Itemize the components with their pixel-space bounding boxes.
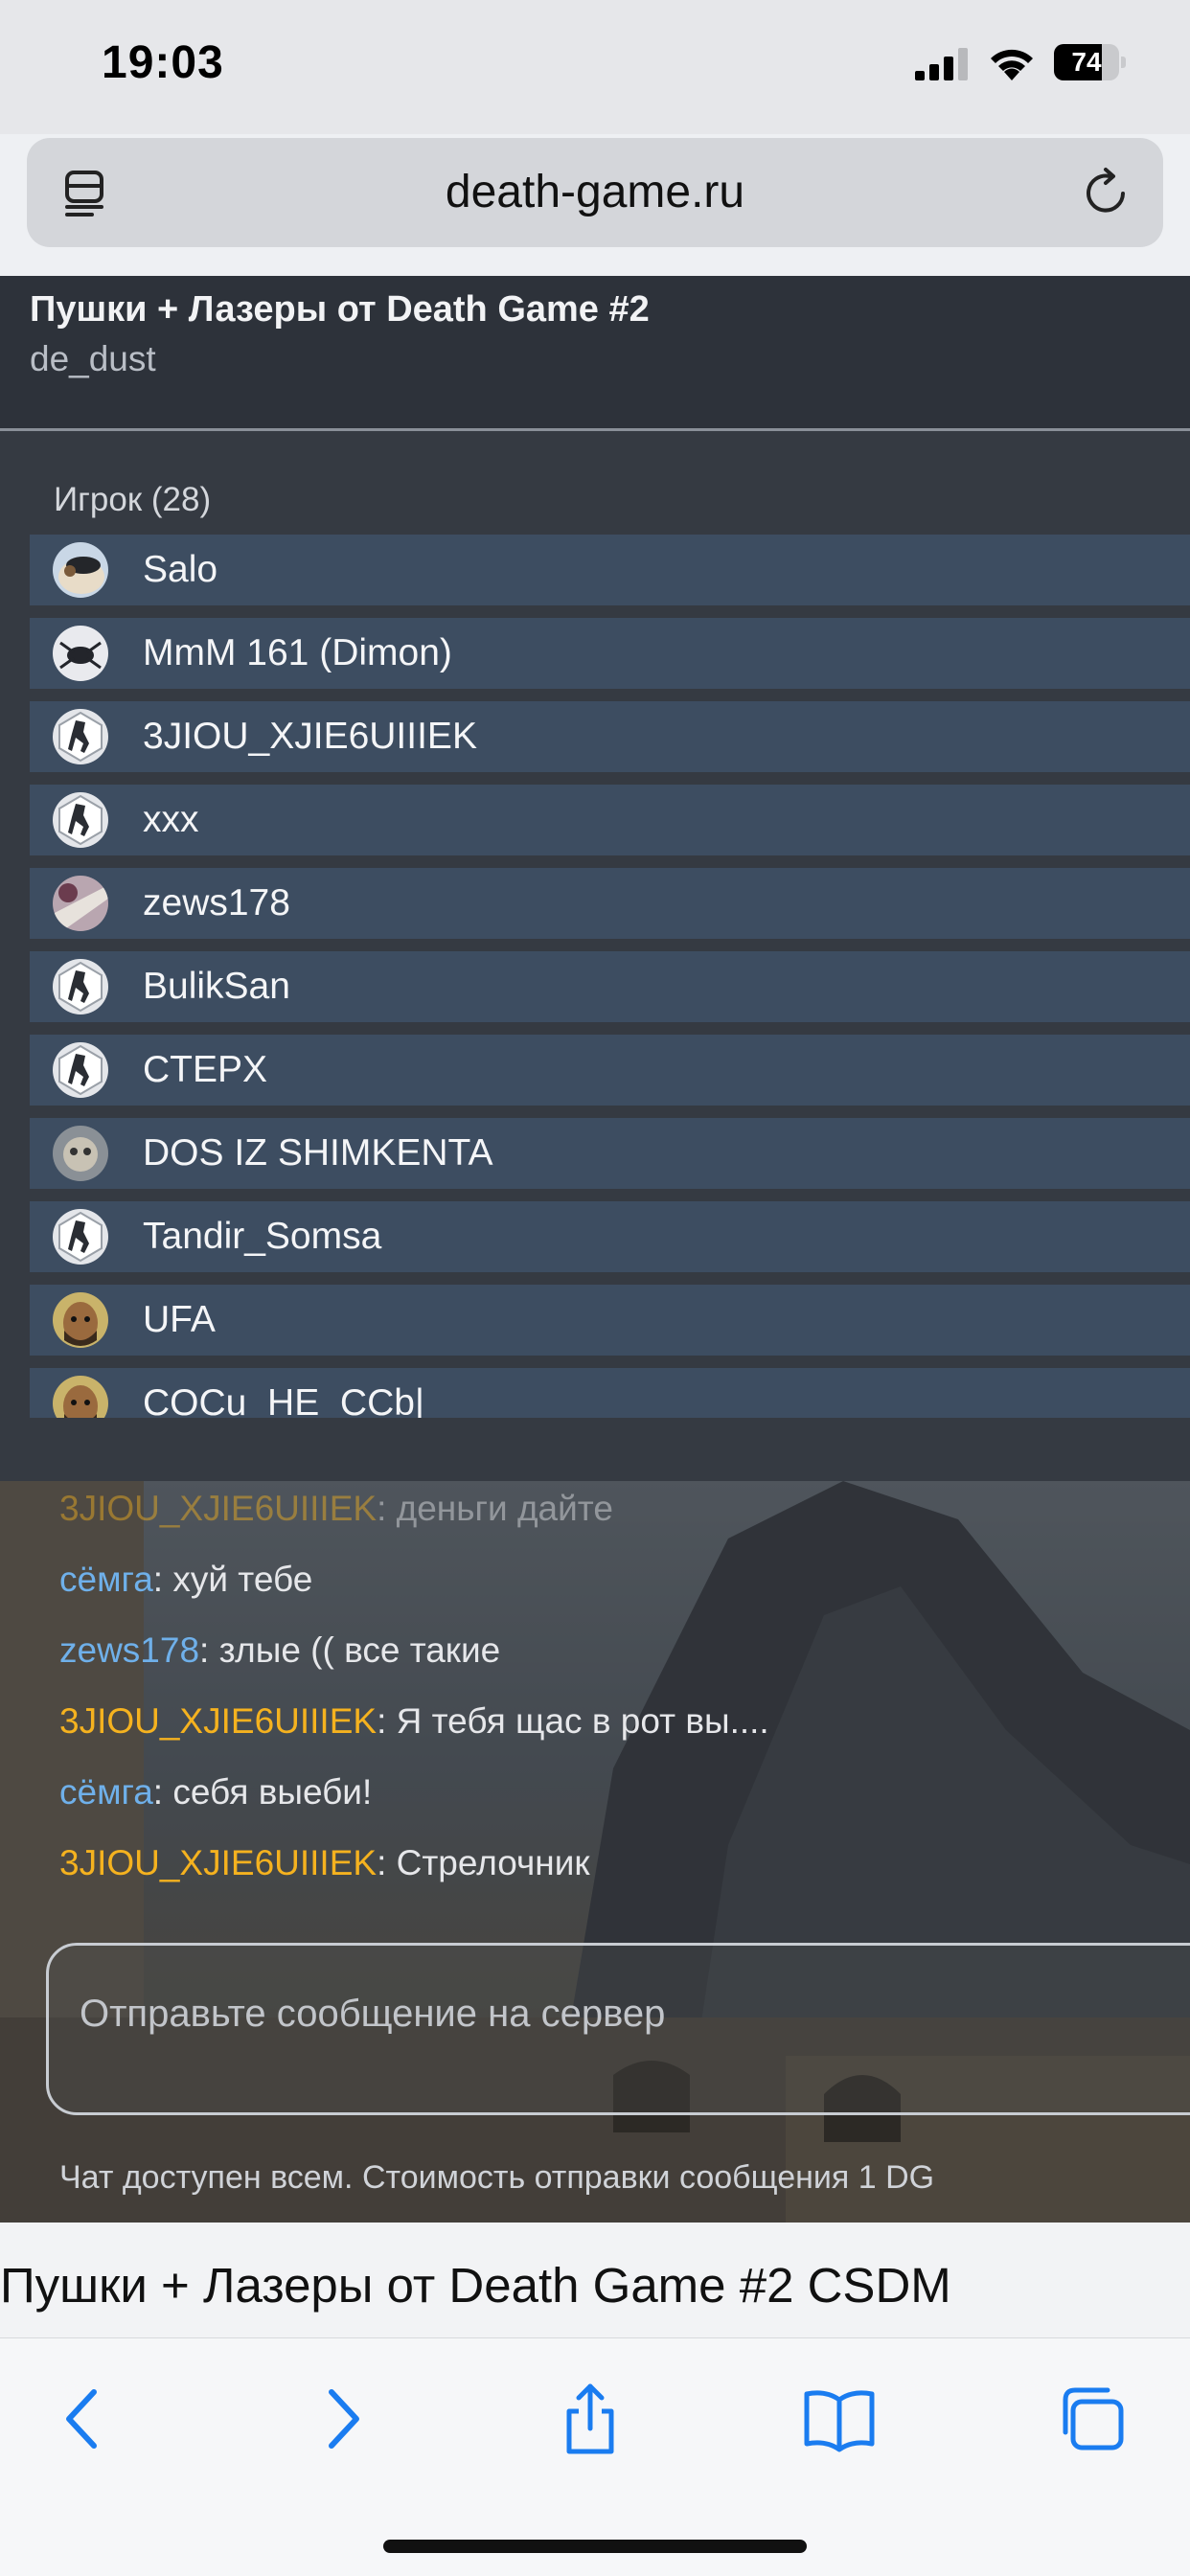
chat-author[interactable]: 3JIOU_XJIE6UIIIEK — [59, 1843, 377, 1882]
forward-icon[interactable] — [303, 2381, 379, 2457]
share-icon[interactable] — [552, 2381, 629, 2457]
player-name: BulikSan — [143, 966, 290, 1007]
player-avatar — [53, 542, 108, 598]
chat-message: zews178: злые (( все такие — [59, 1630, 500, 1671]
chat-text: : Я тебя щас в рот вы.... — [377, 1701, 769, 1741]
player-row[interactable]: DOS IZ SHIMKENTA — [30, 1118, 1190, 1189]
reload-icon[interactable] — [1081, 165, 1133, 220]
player-row[interactable]: CTEPX — [30, 1035, 1190, 1106]
player-name: xxx — [143, 799, 199, 840]
battery-icon: 74 — [1054, 44, 1127, 80]
chat-area: 3JIOU_XJIE6UIIIEK: деньги дайте сёмга: х… — [0, 1481, 1190, 2223]
cs-logo-icon — [53, 1209, 108, 1265]
players-heading: Игрок (28) — [54, 481, 212, 518]
cs-logo-icon — [53, 1042, 108, 1098]
tabs-icon[interactable] — [1054, 2381, 1131, 2457]
chat-input-box[interactable] — [46, 1943, 1190, 2115]
cs-logo-icon — [53, 959, 108, 1014]
chat-message: 3JIOU_XJIE6UIIIEK: Стрелочник — [59, 1843, 590, 1883]
player-avatar — [53, 626, 108, 681]
page-section: Пушки + Лазеры от Death Game #2 CSDM — [0, 2223, 1190, 2337]
chat-message: 3JIOU_XJIE6UIIIEK: Я тебя щас в рот вы..… — [59, 1701, 769, 1742]
player-name: zews178 — [143, 882, 290, 923]
player-list-continued[interactable]: zews178 BulikSan CTEPX DOS IZ SHIMKENTA … — [30, 868, 1190, 1491]
chat-text: : Стрелочник — [377, 1843, 590, 1882]
player-avatar — [53, 1292, 108, 1348]
player-row[interactable]: zews178 — [30, 868, 1190, 939]
page-heading: Пушки + Лазеры от Death Game #2 CSDM — [0, 2258, 951, 2313]
cs-logo-icon — [53, 709, 108, 764]
server-header: Пушки + Лазеры от Death Game #2 de_dust — [0, 276, 1190, 429]
back-icon[interactable] — [46, 2381, 123, 2457]
bookmarks-icon[interactable] — [801, 2381, 878, 2457]
home-indicator — [383, 2540, 807, 2553]
player-row[interactable]: BulikSan — [30, 951, 1190, 1022]
chat-message-input[interactable] — [78, 1984, 1135, 2043]
chat-author[interactable]: 3JIOU_XJIE6UIIIEK — [59, 1701, 377, 1741]
chat-text: : злые (( все такие — [199, 1630, 501, 1670]
chat-message: 3JIOU_XJIE6UIIIEK: деньги дайте — [59, 1489, 613, 1529]
player-row[interactable]: 3JIOU_XJIE6UIIIEK — [30, 701, 1190, 772]
player-row[interactable]: UFA — [30, 1285, 1190, 1356]
player-avatar — [53, 1126, 108, 1181]
player-name: DOS IZ SHIMKENTA — [143, 1132, 493, 1174]
chat-message: сёмга: хуй тебе — [59, 1560, 312, 1600]
player-name: UFA — [143, 1299, 216, 1340]
player-name: Tandir_Somsa — [143, 1216, 382, 1257]
player-list[interactable]: Salo MmM 161 (Dimon) 3JIOU_XJIE6UIIIEK x… — [30, 535, 1190, 899]
player-row[interactable]: xxx — [30, 785, 1190, 855]
player-name: MmM 161 (Dimon) — [143, 632, 452, 673]
server-title: Пушки + Лазеры от Death Game #2 — [30, 289, 650, 330]
page-menu-icon[interactable] — [59, 165, 111, 220]
player-name: CTEPX — [143, 1049, 268, 1090]
player-name: 3JIOU_XJIE6UIIIEK — [143, 716, 477, 757]
player-row[interactable]: Salo — [30, 535, 1190, 605]
chat-text: : хуй тебе — [152, 1560, 313, 1599]
chat-author[interactable]: zews178 — [59, 1630, 199, 1670]
browser-toolbar — [0, 2337, 1190, 2576]
cs-logo-icon — [53, 792, 108, 848]
player-avatar — [53, 876, 108, 931]
player-row[interactable]: MmM 161 (Dimon) — [30, 618, 1190, 689]
status-bar: 19:03 74 — [0, 0, 1190, 134]
url-text[interactable]: death-game.ru — [27, 138, 1163, 247]
server-map: de_dust — [30, 339, 156, 378]
chat-text: : деньги дайте — [377, 1489, 613, 1528]
wifi-icon — [991, 49, 1033, 80]
player-row[interactable]: Tandir_Somsa — [30, 1201, 1190, 1272]
status-time: 19:03 — [102, 37, 224, 88]
chat-author[interactable]: сёмга — [59, 1560, 153, 1599]
chat-text: : себя выеби! — [152, 1772, 373, 1812]
address-bar[interactable]: death-game.ru — [27, 138, 1163, 247]
player-name: Salo — [143, 549, 218, 590]
battery-level: 74 — [1071, 47, 1102, 77]
players-panel[interactable]: Игрок (28) Salo MmM 161 (Dimon) 3JIOU_XJ… — [0, 431, 1190, 1481]
chat-author[interactable]: сёмга — [59, 1772, 153, 1812]
player-list-fade — [0, 1418, 1190, 1481]
chat-message: сёмга: себя выеби! — [59, 1772, 372, 1812]
chat-note: Чат доступен всем. Стоимость отправки со… — [59, 2159, 935, 2196]
signal-icon — [915, 48, 968, 80]
chat-author[interactable]: 3JIOU_XJIE6UIIIEK — [59, 1489, 377, 1528]
